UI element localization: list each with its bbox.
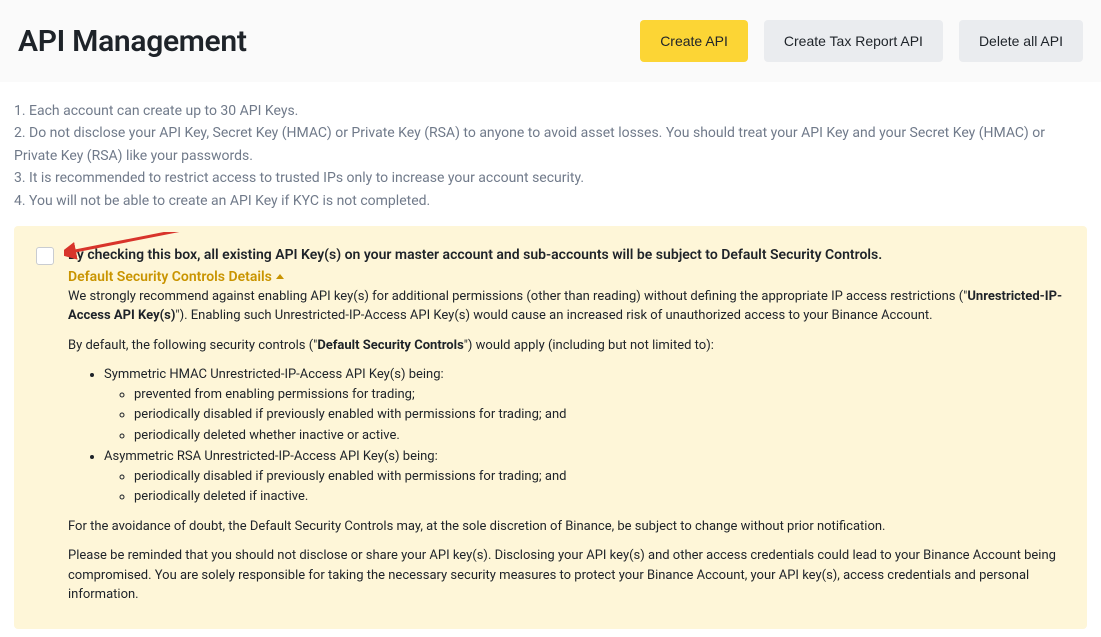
note-line: 3. It is recommended to restrict access …	[14, 167, 1085, 189]
list-item: Asymmetric RSA Unrestricted-IP-Access AP…	[104, 447, 1065, 507]
note-line: 4. You will not be able to create an API…	[14, 190, 1085, 212]
list-item: prevented from enabling permissions for …	[134, 385, 1065, 405]
details-paragraph: For the avoidance of doubt, the Default …	[68, 517, 1065, 537]
header-bar: API Management Create API Create Tax Rep…	[0, 0, 1101, 82]
details-toggle-link[interactable]: Default Security Controls Details	[68, 269, 284, 285]
checkbox-label: By checking this box, all existing API K…	[68, 246, 882, 266]
list-item: Symmetric HMAC Unrestricted-IP-Access AP…	[104, 365, 1065, 445]
list-item: periodically disabled if previously enab…	[134, 405, 1065, 425]
list-item: periodically deleted if inactive.	[134, 487, 1065, 507]
security-controls-panel: By checking this box, all existing API K…	[14, 226, 1087, 629]
note-line: 1. Each account can create up to 30 API …	[14, 100, 1085, 122]
details-body: We strongly recommend against enabling A…	[68, 287, 1065, 605]
delete-all-api-button[interactable]: Delete all API	[959, 20, 1083, 62]
details-paragraph: We strongly recommend against enabling A…	[68, 287, 1065, 326]
details-paragraph: Please be reminded that you should not d…	[68, 546, 1065, 605]
chevron-up-icon	[276, 274, 284, 279]
note-line: 2. Do not disclose your API Key, Secret …	[14, 122, 1085, 167]
default-security-controls-checkbox[interactable]	[36, 247, 54, 265]
details-toggle-label: Default Security Controls Details	[68, 269, 272, 285]
create-api-button[interactable]: Create API	[640, 20, 748, 62]
page-title: API Management	[18, 24, 247, 59]
notes-section: 1. Each account can create up to 30 API …	[0, 82, 1101, 226]
list-item: periodically deleted whether inactive or…	[134, 426, 1065, 446]
list-item: periodically disabled if previously enab…	[134, 467, 1065, 487]
create-tax-report-api-button[interactable]: Create Tax Report API	[764, 20, 943, 62]
details-paragraph: By default, the following security contr…	[68, 336, 1065, 356]
